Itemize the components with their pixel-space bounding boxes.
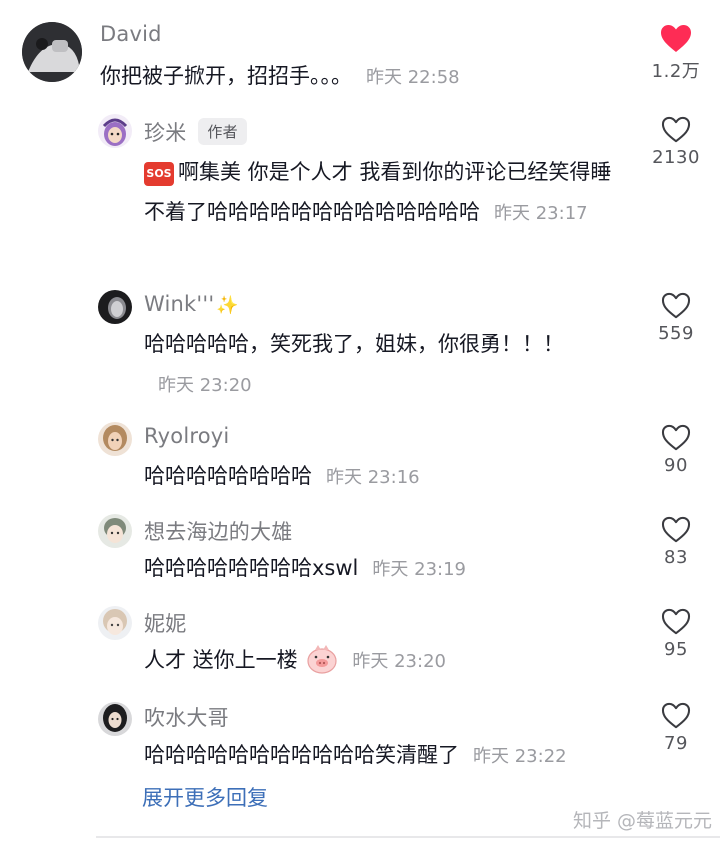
like-button[interactable]: 95 [644,608,708,660]
comment-time: 昨天 23:22 [473,746,567,767]
comment-time: 昨天 23:16 [326,467,420,488]
like-count: 2130 [652,147,700,168]
comment-content: 你把被子掀开，招招手。。。 [100,64,352,88]
commenter-name[interactable]: David [100,22,162,46]
sparkle-icon: ✨ [216,295,239,316]
avatar[interactable] [98,422,132,456]
avatar[interactable] [98,514,132,548]
like-count: 79 [664,733,688,754]
divider [96,836,720,838]
commenter-name-text: Wink''' [144,292,215,316]
like-button[interactable]: 83 [644,516,708,568]
comment-text: 哈哈哈哈哈，笑死我了，姐妹，你很勇！！！ 昨天 23:20 [144,324,564,406]
comment-content: 哈哈哈哈哈，笑死我了，姐妹，你很勇！！！ [144,332,564,356]
comment-text: 人才 送你上一楼 昨天 23:20 [144,640,618,682]
like-button[interactable]: 90 [644,424,708,476]
commenter-name[interactable]: Ryolroyi [144,424,229,448]
avatar[interactable] [22,22,82,82]
comment-time: 昨天 23:17 [494,203,588,224]
commenter-name[interactable]: 吹水大哥 [144,702,229,732]
comment-content: 哈哈哈哈哈哈哈哈 [144,464,312,488]
author-badge: 作者 [198,118,247,145]
watermark: 知乎 @莓蓝元元 [572,810,712,832]
comment-content: 哈哈哈哈哈哈哈哈哈哈哈笑清醒了 [144,743,459,767]
heart-outline-icon [661,608,691,635]
comment-time: 昨天 23:20 [352,651,446,672]
avatar[interactable] [98,702,132,736]
like-count: 95 [664,639,688,660]
comment-text: 哈哈哈哈哈哈哈哈哈哈哈笑清醒了 昨天 23:22 [144,735,644,777]
avatar[interactable] [98,606,132,640]
like-button[interactable]: 79 [644,702,708,754]
comment-time: 昨天 23:20 [158,375,252,396]
like-count: 90 [664,455,688,476]
commenter-name-text: 珍米 [144,121,187,145]
comment-content: 人才 送你上一楼 [144,648,298,672]
commenter-name[interactable]: 妮妮 [144,608,186,638]
comment-time: 昨天 22:58 [366,67,460,88]
heart-outline-icon [661,516,691,543]
like-button[interactable]: 559 [644,292,708,344]
comment-text: 哈哈哈哈哈哈哈哈 昨天 23:16 [144,456,618,498]
comment-text: SOS 啊集美 你是个人才 我看到你的评论已经笑得睡不着了哈哈哈哈哈哈哈哈哈哈哈哈… [144,152,618,234]
avatar[interactable] [98,114,132,148]
avatar[interactable] [98,290,132,324]
expand-more-replies-button[interactable]: 展开更多回复 [142,782,268,812]
heart-outline-icon [661,424,691,451]
heart-outline-icon [661,292,691,319]
sos-emoji-icon: SOS [144,162,174,186]
like-button[interactable]: 2130 [644,116,708,168]
commenter-name[interactable]: Wink''' ✨ [144,292,239,316]
pig-emoji-icon [307,645,337,674]
like-button[interactable]: 1.2万 [644,24,708,83]
heart-filled-icon [661,25,691,52]
like-count: 83 [664,547,688,568]
like-count: 559 [658,323,694,344]
comment-text: 你把被子掀开，招招手。。。 昨天 22:58 [100,56,540,98]
comment-time: 昨天 23:19 [372,559,466,580]
commenter-name[interactable]: 珍米 作者 [144,117,247,147]
comment-text: 哈哈哈哈哈哈哈哈xswl 昨天 23:19 [144,548,618,590]
commenter-name[interactable]: 想去海边的大雄 [144,516,292,546]
like-count: 1.2万 [651,61,701,82]
heart-outline-icon [661,702,691,729]
comment-content: 哈哈哈哈哈哈哈哈xswl [144,556,359,580]
heart-outline-icon [661,116,691,143]
